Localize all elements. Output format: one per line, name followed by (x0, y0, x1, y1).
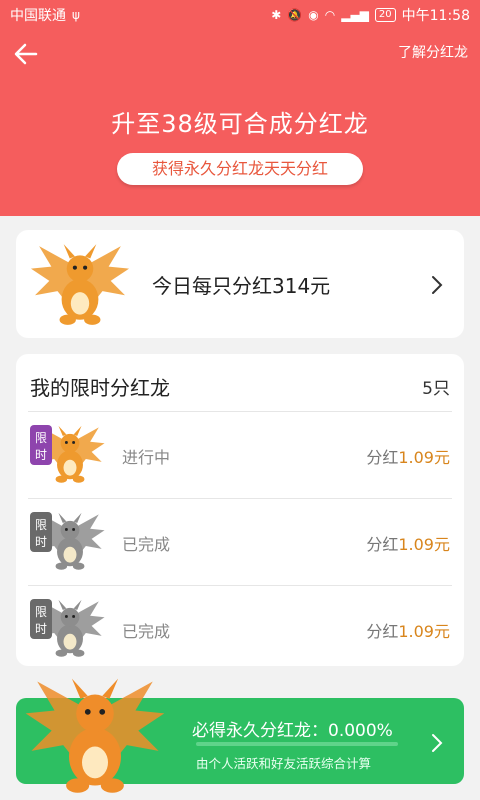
limited-badge-bottom: 时 (35, 448, 47, 462)
dragon-row[interactable]: 限 时 已完成 分红1.09元 (16, 586, 464, 672)
today-dividend-card[interactable]: 今日每只分红314元 (16, 230, 464, 338)
wifi-icon: ◠ (324, 8, 336, 22)
svg-text:时: 时 (35, 622, 47, 636)
dragon-icon: 限 时 (30, 425, 105, 483)
dragon-row[interactable]: 限 时 已完成 分红1.09元 (16, 499, 464, 585)
row-status: 已完成 (122, 622, 171, 641)
clock: 中午11:58 (401, 8, 470, 24)
usb-icon: ψ (72, 8, 80, 22)
signal-icon: ▂▄▆ (341, 8, 369, 22)
section-title: 我的限时分红龙 (30, 376, 170, 400)
learn-dragon-link[interactable]: 了解分红龙 (398, 42, 468, 62)
today-dividend-text: 今日每只分红314元 (152, 274, 331, 298)
header-banner: 了解分红龙 升至38级可合成分红龙 获得永久分红龙天天分红 (0, 30, 480, 216)
dragon-count: 5只 (422, 379, 450, 399)
row-status: 进行中 (122, 448, 171, 467)
chevron-right-icon (432, 276, 443, 294)
battery-icon: 20 (374, 8, 396, 22)
limited-badge-top: 限 (35, 431, 47, 445)
dragon-row[interactable]: 限 时 进行中 分红1.09元 (16, 412, 464, 498)
row-share: 分红1.09元 (366, 448, 450, 467)
progress-note: 由个人活跃和好友活跃综合计算 (196, 756, 372, 771)
dragon-icon: 限 时 (30, 599, 105, 657)
my-limited-dragons-card: 我的限时分红龙 5只 限 时 进行中 分红1.09元 限 时 已完成 分红1.0… (16, 354, 464, 666)
mute-icon: 🔕 (287, 8, 303, 22)
back-arrow-icon[interactable] (12, 40, 40, 68)
progress-bar (196, 742, 398, 746)
eye-icon: ◉ (308, 8, 319, 22)
carrier-label: 中国联通 (10, 8, 66, 24)
row-share: 分红1.09元 (366, 535, 450, 554)
bluetooth-icon: ✱ (271, 8, 282, 22)
row-share: 分红1.09元 (366, 622, 450, 641)
dragon-icon (28, 238, 132, 330)
chevron-right-icon (432, 734, 443, 752)
permanent-dragon-button[interactable]: 获得永久分红龙天天分红 (117, 153, 363, 185)
svg-text:限: 限 (35, 518, 47, 532)
dragon-icon (20, 670, 170, 800)
svg-text:限: 限 (35, 605, 47, 619)
row-status: 已完成 (122, 535, 171, 554)
page-title: 升至38级可合成分红龙 (111, 110, 369, 138)
svg-text:时: 时 (35, 535, 47, 549)
status-bar: 中国联通 ψ ✱ 🔕 ◉ ◠ ▂▄▆ 20 中午11:58 (0, 0, 480, 30)
permanent-chance-label: 必得永久分红龙：0.000% (192, 721, 393, 741)
dragon-icon: 限 时 (30, 512, 105, 570)
